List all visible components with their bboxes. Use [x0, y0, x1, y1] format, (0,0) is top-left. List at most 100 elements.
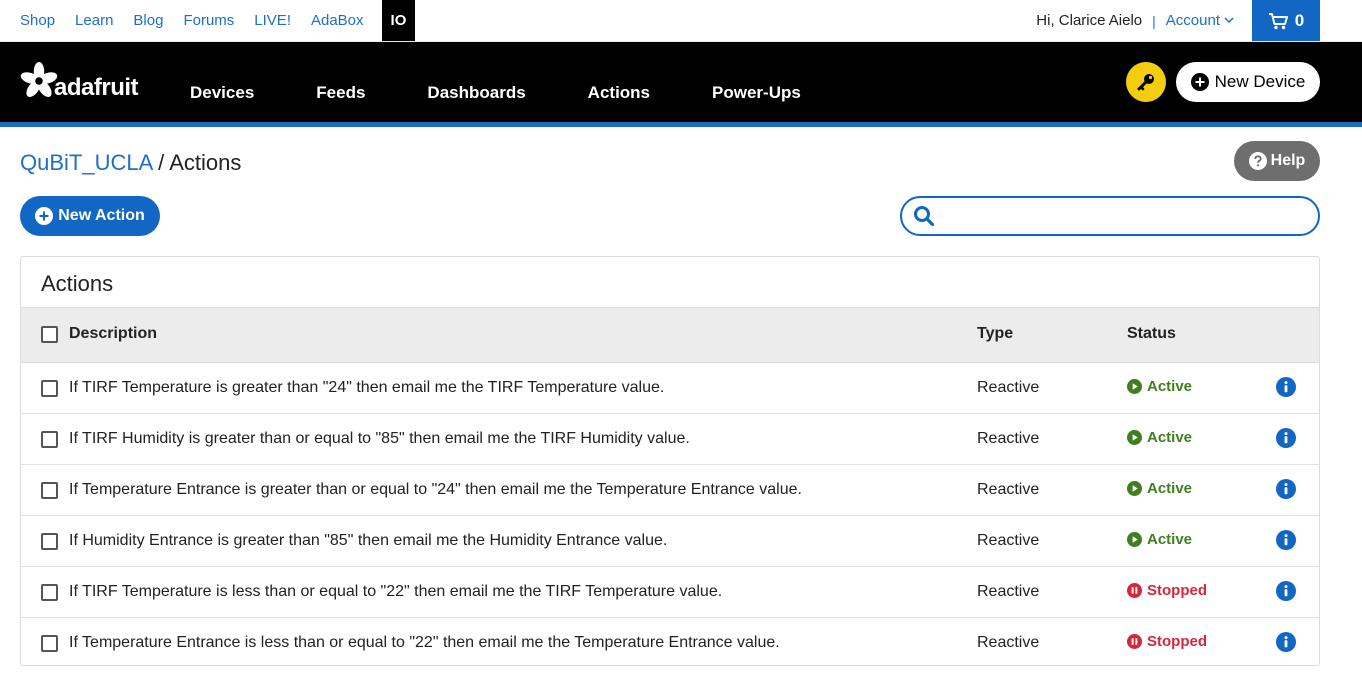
action-description-link[interactable]: If Humidity Entrance is greater than "85…	[69, 532, 667, 550]
action-description-link[interactable]: If TIRF Temperature is less than or equa…	[69, 583, 722, 601]
top-link-learn[interactable]: Learn	[75, 12, 113, 29]
column-header-status[interactable]: Status	[1127, 325, 1176, 343]
column-header-description[interactable]: Description	[69, 325, 157, 343]
account-label: Account	[1165, 12, 1220, 29]
row-checkbox[interactable]	[41, 533, 58, 550]
select-all-checkbox[interactable]	[41, 326, 58, 343]
action-type: Reactive	[977, 430, 1040, 447]
search-icon	[914, 206, 935, 227]
account-menu[interactable]: Account	[1166, 12, 1234, 29]
flower-logo-icon	[20, 62, 58, 97]
info-button[interactable]	[1276, 479, 1296, 504]
breadcrumb-parent-link[interactable]: QuBiT_UCLA	[20, 150, 152, 175]
cart-button[interactable]: 0	[1252, 0, 1320, 41]
nav-devices[interactable]: Devices	[190, 83, 254, 103]
search-input[interactable]	[941, 200, 1318, 232]
action-description-link[interactable]: If Temperature Entrance is greater than …	[69, 481, 802, 499]
row-checkbox[interactable]	[41, 431, 58, 448]
play-circle-icon	[1127, 481, 1142, 496]
row-checkbox[interactable]	[41, 584, 58, 601]
adafruit-logo[interactable]: adafruit	[20, 62, 139, 100]
row-checkbox[interactable]	[41, 635, 58, 652]
action-type: Reactive	[977, 634, 1040, 651]
nav-feeds[interactable]: Feeds	[316, 83, 365, 103]
info-icon	[1276, 377, 1296, 397]
action-description-link[interactable]: If Temperature Entrance is less than or …	[69, 634, 780, 652]
info-icon	[1276, 632, 1296, 652]
pause-circle-icon	[1127, 634, 1142, 649]
table-row: If TIRF Temperature is less than or equa…	[21, 567, 1319, 618]
table-header: Description Type Status	[21, 307, 1319, 363]
status-badge: Stopped	[1127, 633, 1207, 650]
status-label: Active	[1147, 378, 1193, 395]
chevron-down-icon	[1224, 17, 1234, 24]
actions-panel: Actions Description Type Status If TIRF …	[20, 256, 1320, 666]
info-button[interactable]	[1276, 632, 1296, 657]
info-button[interactable]	[1276, 377, 1296, 402]
status-badge: Active	[1127, 429, 1192, 446]
info-icon	[1276, 479, 1296, 499]
help-label: Help	[1270, 152, 1306, 169]
new-device-button[interactable]: New Device	[1176, 62, 1320, 102]
top-link-blog[interactable]: Blog	[133, 12, 163, 29]
row-checkbox[interactable]	[41, 482, 58, 499]
info-icon	[1276, 530, 1296, 550]
table-row: If Temperature Entrance is greater than …	[21, 465, 1319, 516]
status-label: Stopped	[1147, 582, 1207, 599]
status-label: Active	[1147, 429, 1193, 446]
plus-circle-icon	[35, 207, 54, 225]
info-button[interactable]	[1276, 530, 1296, 555]
table-row: If TIRF Humidity is greater than or equa…	[21, 414, 1319, 465]
status-badge: Active	[1127, 531, 1192, 548]
nav-power-ups[interactable]: Power-Ups	[712, 83, 801, 103]
plus-circle-icon	[1190, 73, 1209, 91]
top-link-shop[interactable]: Shop	[20, 12, 55, 29]
table-row: If Humidity Entrance is greater than "85…	[21, 516, 1319, 567]
pause-circle-icon	[1127, 583, 1142, 598]
table-row: If TIRF Temperature is greater than "24"…	[21, 363, 1319, 414]
action-type: Reactive	[977, 583, 1040, 600]
top-nav: Shop Learn Blog Forums LIVE! AdaBox IO	[20, 0, 416, 41]
top-link-live[interactable]: LIVE!	[254, 12, 291, 29]
info-button[interactable]	[1276, 428, 1296, 453]
action-type: Reactive	[977, 532, 1040, 549]
search-box	[900, 196, 1320, 236]
status-label: Active	[1147, 531, 1193, 548]
status-label: Active	[1147, 480, 1193, 497]
top-link-io[interactable]: IO	[381, 0, 416, 41]
info-icon	[1276, 428, 1296, 448]
new-action-button[interactable]: New Action	[20, 196, 160, 236]
question-circle-icon	[1248, 152, 1267, 170]
action-description-link[interactable]: If TIRF Temperature is greater than "24"…	[69, 379, 664, 397]
status-badge: Active	[1127, 480, 1192, 497]
info-button[interactable]	[1276, 581, 1296, 606]
play-circle-icon	[1127, 532, 1142, 547]
action-description-link[interactable]: If TIRF Humidity is greater than or equa…	[69, 430, 690, 448]
top-link-forums[interactable]: Forums	[183, 12, 234, 29]
nav-dashboards[interactable]: Dashboards	[427, 83, 525, 103]
page-title: Actions	[169, 150, 242, 175]
info-icon	[1276, 581, 1296, 601]
action-type: Reactive	[977, 379, 1040, 396]
row-checkbox[interactable]	[41, 380, 58, 397]
account-area: Hi, Clarice Aielo | Account 0	[1036, 0, 1320, 41]
key-icon	[1137, 74, 1154, 91]
top-link-adabox[interactable]: AdaBox	[311, 12, 364, 29]
status-badge: Stopped	[1127, 582, 1207, 599]
action-type: Reactive	[977, 481, 1040, 498]
cart-count: 0	[1294, 10, 1305, 30]
breadcrumb: QuBiT_UCLA / Actions	[20, 150, 241, 176]
nav-actions[interactable]: Actions	[588, 83, 650, 103]
status-badge: Active	[1127, 378, 1192, 395]
help-button[interactable]: Help	[1234, 141, 1320, 181]
new-action-label: New Action	[58, 207, 145, 224]
divider: |	[1152, 12, 1156, 29]
api-key-button[interactable]	[1126, 62, 1166, 102]
top-utility-bar: Shop Learn Blog Forums LIVE! AdaBox IO H…	[0, 0, 1362, 42]
user-greeting: Hi, Clarice Aielo	[1036, 12, 1143, 29]
table-body: If TIRF Temperature is greater than "24"…	[21, 363, 1319, 665]
new-device-label: New Device	[1214, 72, 1306, 91]
column-header-type[interactable]: Type	[977, 325, 1013, 343]
status-label: Stopped	[1147, 633, 1207, 650]
panel-title: Actions	[41, 271, 114, 296]
